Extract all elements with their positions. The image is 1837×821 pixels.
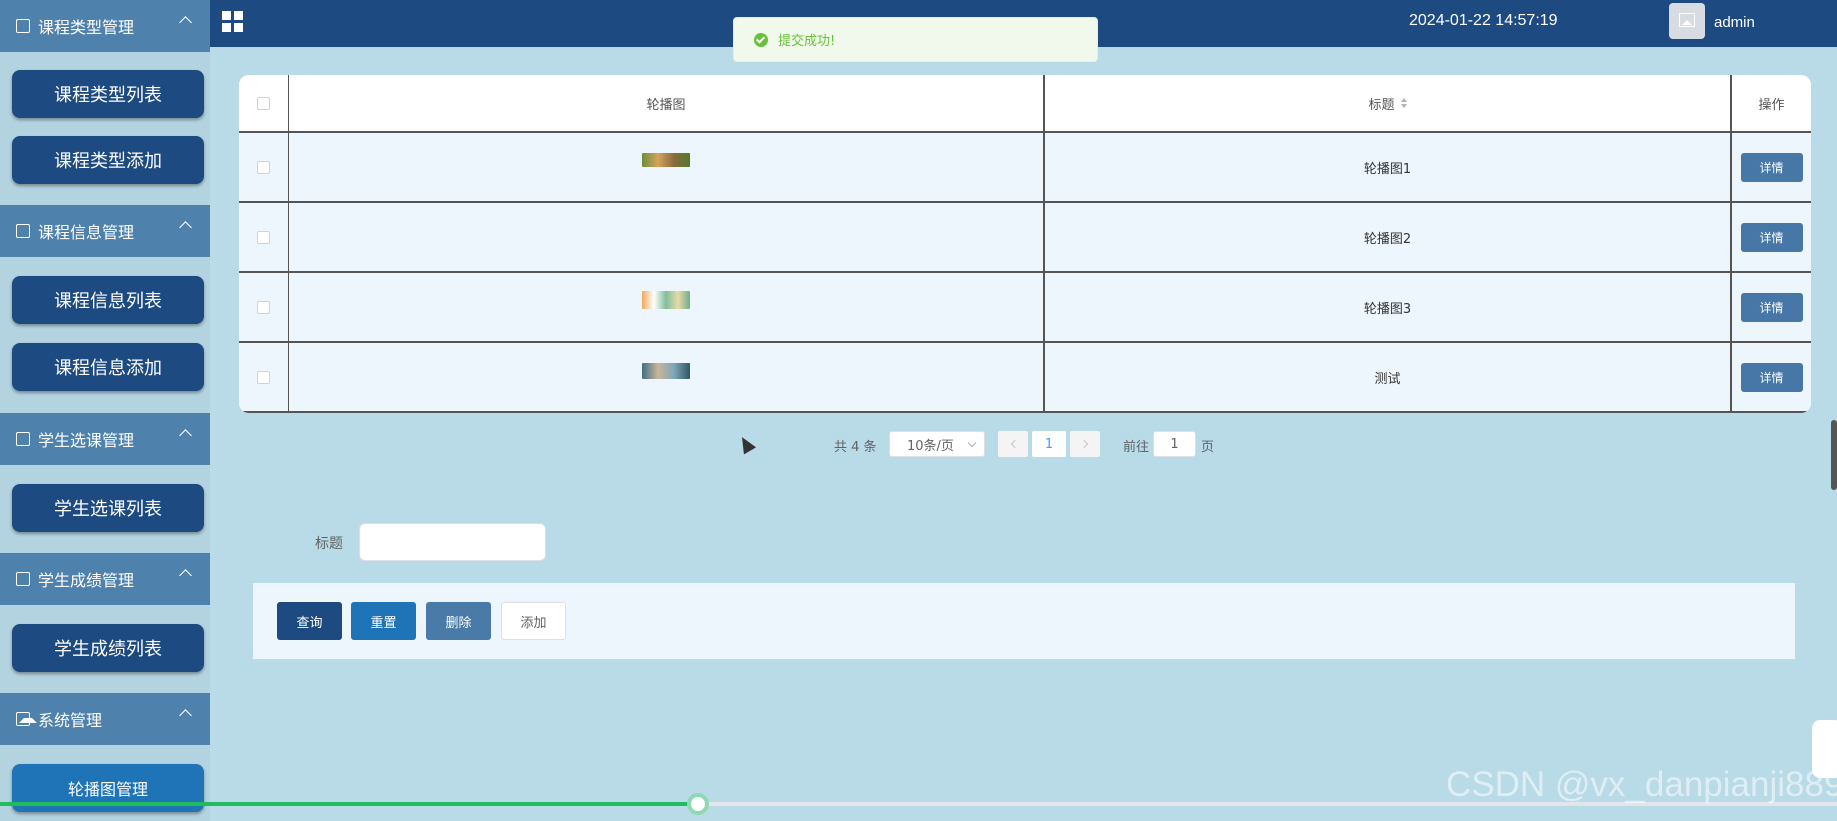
chevron-up-icon <box>179 429 192 442</box>
video-progress-fill <box>0 802 699 806</box>
goto-label: 前往 <box>1123 440 1150 455</box>
carousel-table: 轮播图 标题 操作 轮播图1 详情 轮播图2 详情 轮播图3 详情 测试 详情 <box>239 75 1811 413</box>
row-checkbox[interactable] <box>257 300 270 314</box>
select-all-checkbox[interactable] <box>257 96 270 110</box>
row-title: 轮播图2 <box>1045 203 1732 271</box>
prev-page-button[interactable] <box>998 431 1028 457</box>
search-title-input[interactable] <box>359 523 546 561</box>
image-icon <box>16 712 37 726</box>
menu-item-course-type-add[interactable]: 课程类型添加 <box>12 136 204 184</box>
menu-group-label: 系统管理 <box>38 711 103 730</box>
table-row: 轮播图1 详情 <box>239 133 1811 203</box>
chevron-up-icon <box>179 569 192 582</box>
table-row: 轮播图3 详情 <box>239 273 1811 343</box>
menu-group-course-info[interactable]: 课程信息管理 <box>0 205 210 257</box>
toast-message: 提交成功! <box>778 34 836 49</box>
sidebar: 课程类型管理 课程类型列表 课程类型添加 课程信息管理 课程信息列表 课程信息添… <box>0 0 210 821</box>
page-size-value: 10条/页 <box>907 438 954 454</box>
chevron-down-icon <box>967 438 977 448</box>
carousel-thumbnail <box>642 291 690 309</box>
table-row: 轮播图2 详情 <box>239 203 1811 273</box>
row-title: 轮播图1 <box>1045 133 1732 201</box>
detail-button[interactable]: 详情 <box>1740 292 1803 322</box>
menu-icon <box>16 572 30 586</box>
pagination-total: 共 4 条 <box>834 440 877 455</box>
goto-suffix: 页 <box>1201 440 1215 455</box>
menu-item-course-info-add[interactable]: 课程信息添加 <box>12 343 204 391</box>
column-header-title-label: 标题 <box>1368 97 1395 113</box>
menu-group-student-selection[interactable]: 学生选课管理 <box>0 413 210 465</box>
row-title: 轮播图3 <box>1045 273 1732 341</box>
sort-icon[interactable] <box>1400 98 1407 108</box>
datetime: 2024-01-22 14:57:19 <box>1409 12 1558 29</box>
menu-group-label: 课程类型管理 <box>38 18 135 37</box>
goto-page-input[interactable]: 1 <box>1153 431 1196 457</box>
menu-group-system[interactable]: 系统管理 <box>0 693 210 745</box>
menu-group-label: 学生成绩管理 <box>38 571 135 590</box>
chevron-up-icon <box>179 221 192 234</box>
watermark: CSDN @vx_danpianji889 <box>1446 765 1837 804</box>
success-toast: 提交成功! <box>733 17 1098 62</box>
row-title: 测试 <box>1045 343 1732 411</box>
detail-button[interactable]: 详情 <box>1740 152 1803 182</box>
reset-button[interactable]: 重置 <box>351 602 416 640</box>
delete-button[interactable]: 删除 <box>426 602 491 640</box>
carousel-thumbnail <box>642 153 690 167</box>
menu-item-student-grade-list[interactable]: 学生成绩列表 <box>12 624 204 672</box>
search-title-label: 标题 <box>315 536 343 552</box>
column-header-title[interactable]: 标题 <box>1045 75 1732 131</box>
detail-button[interactable]: 详情 <box>1740 222 1803 252</box>
row-checkbox[interactable] <box>257 370 270 384</box>
row-checkbox[interactable] <box>257 160 270 174</box>
menu-icon <box>16 19 30 33</box>
menu-item-student-selection-list[interactable]: 学生选课列表 <box>12 484 204 532</box>
username[interactable]: admin <box>1714 14 1755 31</box>
query-button[interactable]: 查询 <box>277 602 342 640</box>
page-size-select[interactable]: 10条/页 <box>889 431 985 457</box>
detail-button[interactable]: 详情 <box>1740 362 1803 392</box>
menu-icon <box>16 432 30 446</box>
column-header-image: 轮播图 <box>289 75 1045 131</box>
row-checkbox[interactable] <box>257 230 270 244</box>
menu-group-student-grade[interactable]: 学生成绩管理 <box>0 553 210 605</box>
grid-menu-icon[interactable] <box>222 11 243 32</box>
avatar[interactable] <box>1669 3 1705 39</box>
check-circle-icon <box>754 32 768 47</box>
table-header: 轮播图 标题 操作 <box>239 75 1811 133</box>
add-button[interactable]: 添加 <box>501 602 566 640</box>
mouse-cursor <box>735 433 757 455</box>
scrollbar[interactable] <box>1831 420 1837 490</box>
menu-item-course-info-list[interactable]: 课程信息列表 <box>12 276 204 324</box>
table-row: 测试 详情 <box>239 343 1811 413</box>
menu-group-label: 课程信息管理 <box>38 223 135 242</box>
menu-item-course-type-list[interactable]: 课程类型列表 <box>12 70 204 118</box>
menu-group-course-type[interactable]: 课程类型管理 <box>0 0 210 52</box>
chevron-up-icon <box>179 709 192 722</box>
floating-button[interactable] <box>1812 720 1837 778</box>
chevron-up-icon <box>179 16 192 29</box>
page-number-current[interactable]: 1 <box>1032 431 1066 457</box>
chevron-right-icon <box>1079 439 1088 449</box>
column-header-action: 操作 <box>1758 97 1785 113</box>
carousel-thumbnail <box>642 363 690 379</box>
next-page-button[interactable] <box>1070 431 1100 457</box>
chevron-left-icon <box>1010 439 1019 449</box>
menu-icon <box>16 224 30 238</box>
video-progress-knob[interactable] <box>687 793 710 815</box>
menu-group-label: 学生选课管理 <box>38 431 135 450</box>
